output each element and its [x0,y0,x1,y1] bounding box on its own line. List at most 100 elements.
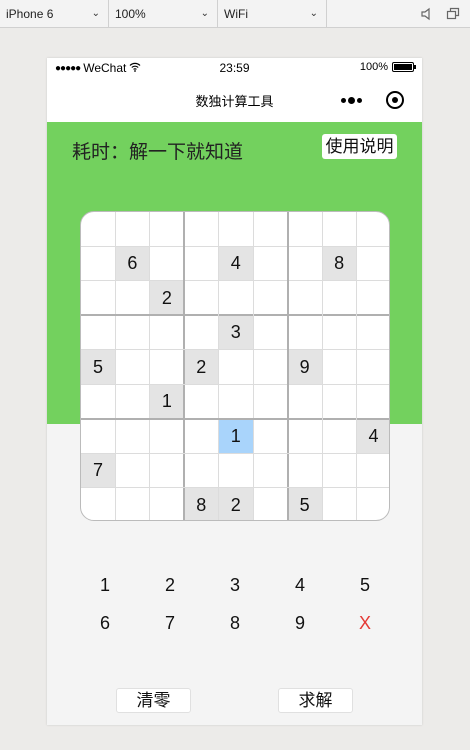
zoom-select[interactable]: 100% ⌄ [109,0,218,28]
key-7[interactable]: 7 [155,613,185,634]
sudoku-cell[interactable] [253,488,287,520]
sudoku-cell[interactable] [150,419,184,453]
sudoku-cell[interactable]: 7 [81,453,115,488]
sudoku-cell[interactable] [253,419,287,453]
sudoku-cell[interactable]: 5 [287,487,322,520]
sudoku-cell[interactable] [322,212,356,246]
sudoku-cell[interactable] [288,453,322,487]
network-select[interactable]: WiFi ⌄ [218,0,327,28]
sudoku-cell[interactable] [219,281,253,315]
key-9[interactable]: 9 [285,613,315,634]
sudoku-cell[interactable] [81,384,115,418]
sudoku-cell[interactable] [150,488,184,520]
sudoku-cell[interactable] [115,315,149,349]
sudoku-cell[interactable] [184,315,218,349]
sudoku-cell[interactable] [288,315,322,349]
sudoku-cell[interactable] [357,212,389,246]
sudoku-cell[interactable] [184,453,218,487]
solve-button[interactable]: 求解 [278,688,353,713]
help-button[interactable]: 使用说明 [322,134,397,159]
clear-button[interactable]: 清零 [116,688,191,713]
sudoku-cell[interactable] [288,212,322,246]
sudoku-cell[interactable]: 4 [218,246,253,281]
sudoku-cell[interactable] [115,350,149,384]
sudoku-cell[interactable] [150,350,184,384]
sudoku-cell[interactable] [322,350,356,384]
sudoku-cell[interactable] [115,212,149,246]
sudoku-cell[interactable] [219,350,253,384]
sudoku-cell[interactable] [115,488,149,520]
sudoku-cell[interactable] [322,453,356,487]
sudoku-cell[interactable]: 8 [184,487,219,520]
sudoku-cell[interactable] [115,419,149,453]
sudoku-cell[interactable] [253,315,287,349]
sudoku-cell[interactable] [81,281,115,315]
sudoku-cell[interactable] [115,281,149,315]
sudoku-cell[interactable] [81,246,115,280]
sudoku-cell[interactable] [150,453,184,487]
sudoku-cell[interactable] [219,453,253,487]
volume-icon[interactable] [420,7,434,21]
sudoku-cell[interactable] [253,453,287,487]
sudoku-cell[interactable] [357,384,389,418]
key-2[interactable]: 2 [155,575,185,596]
sudoku-cell[interactable] [150,315,184,349]
sudoku-cell[interactable] [115,453,149,487]
sudoku-cell[interactable] [150,212,184,246]
sudoku-cell[interactable] [288,281,322,315]
sudoku-cell[interactable] [357,453,389,487]
sudoku-cell[interactable] [219,384,253,418]
sudoku-cell[interactable] [184,419,218,453]
sudoku-cell[interactable]: 3 [218,315,253,350]
sudoku-cell[interactable] [81,419,115,453]
sudoku-cell[interactable]: 5 [81,349,115,384]
sudoku-cell[interactable] [150,246,184,280]
sudoku-cell[interactable] [253,212,287,246]
key-8[interactable]: 8 [220,613,250,634]
sudoku-cell[interactable] [357,488,389,520]
sudoku-cell[interactable] [115,384,149,418]
sudoku-cell[interactable] [81,315,115,349]
key-6[interactable]: 6 [90,613,120,634]
sudoku-cell[interactable] [184,212,218,246]
sudoku-cell[interactable] [322,315,356,349]
sudoku-cell[interactable]: 2 [218,487,253,520]
sudoku-cell[interactable] [322,419,356,453]
sudoku-cell[interactable] [253,384,287,418]
sudoku-cell[interactable] [253,350,287,384]
sudoku-cell[interactable] [288,246,322,280]
key-clear-cell[interactable]: X [350,613,380,634]
sudoku-cell[interactable] [322,384,356,418]
key-1[interactable]: 1 [90,575,120,596]
key-3[interactable]: 3 [220,575,250,596]
sudoku-cell[interactable] [81,488,115,520]
sudoku-cell[interactable]: 2 [149,280,184,315]
sudoku-cell[interactable]: 2 [184,349,219,384]
device-select[interactable]: iPhone 6 ⌄ [0,0,109,28]
sudoku-cell[interactable] [357,281,389,315]
sudoku-cell[interactable] [253,246,287,280]
sudoku-cell[interactable] [184,281,218,315]
detach-window-icon[interactable] [446,7,460,21]
sudoku-cell[interactable] [253,281,287,315]
sudoku-cell[interactable] [357,350,389,384]
sudoku-cell[interactable] [219,212,253,246]
key-5[interactable]: 5 [350,575,380,596]
sudoku-cell[interactable] [288,384,322,418]
sudoku-cell[interactable] [322,488,356,520]
sudoku-cell[interactable]: 8 [322,246,357,281]
sudoku-cell[interactable]: 6 [115,246,150,281]
sudoku-cell[interactable] [288,419,322,453]
close-target-icon[interactable] [386,91,404,109]
sudoku-cell[interactable]: 9 [287,349,322,384]
sudoku-cell[interactable] [184,384,218,418]
sudoku-cell[interactable]: 1 [149,384,184,419]
sudoku-cell[interactable] [357,246,389,280]
sudoku-cell[interactable] [81,212,115,246]
sudoku-cell[interactable] [322,281,356,315]
more-icon[interactable] [338,96,364,104]
sudoku-cell[interactable]: 1 [218,418,253,453]
sudoku-cell[interactable] [357,315,389,349]
sudoku-cell[interactable] [184,246,218,280]
sudoku-cell[interactable]: 4 [356,418,389,453]
